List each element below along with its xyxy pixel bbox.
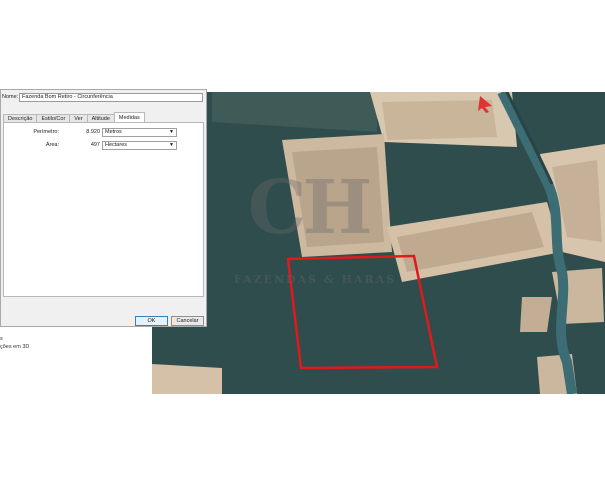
satellite-map[interactable] xyxy=(152,92,605,394)
perimeter-label-row: Perímetro: xyxy=(4,128,59,137)
sidebar-fragment-2: ções em 3D xyxy=(0,344,30,350)
area-unit-value: Hectares xyxy=(105,142,128,148)
area-label: Área: xyxy=(45,142,59,148)
area-label-row: Área: xyxy=(4,141,59,150)
perimeter-label: Perímetro: xyxy=(33,129,59,135)
perimeter-unit-select[interactable]: Metros ▼ xyxy=(102,128,177,137)
cancel-button[interactable]: Cancelar xyxy=(171,316,204,326)
perimeter-value: 8.920 xyxy=(86,129,100,135)
sidebar-fragment-1: s xyxy=(0,336,3,342)
perimeter-unit-value: Metros xyxy=(105,129,122,135)
measures-panel: Perímetro: 8.920 Metros ▼ Área: 497 Hect… xyxy=(3,122,204,297)
chevron-down-icon: ▼ xyxy=(169,142,174,148)
area-value: 497 xyxy=(90,142,100,148)
map-imagery xyxy=(152,92,605,394)
chevron-down-icon: ▼ xyxy=(169,129,174,135)
name-input[interactable]: Fazenda Bom Retiro - Circunferência xyxy=(19,93,203,102)
ok-button[interactable]: OK xyxy=(135,316,168,326)
properties-dialog: Nome: Fazenda Bom Retiro - Circunferênci… xyxy=(0,89,207,327)
area-unit-select[interactable]: Hectares ▼ xyxy=(102,141,177,150)
name-label: Nome: xyxy=(2,94,19,100)
